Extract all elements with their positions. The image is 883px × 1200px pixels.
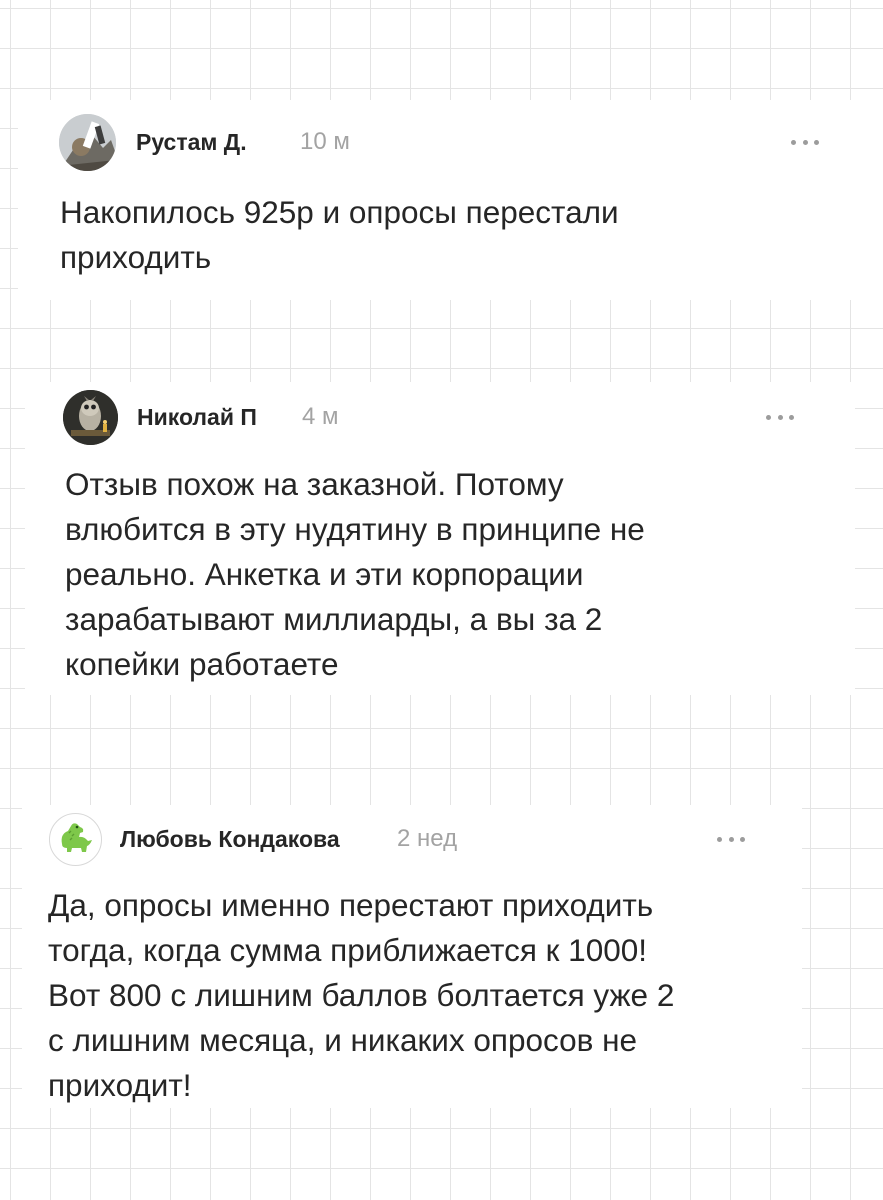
comment-author[interactable]: Николай П [137,404,257,431]
more-options-icon[interactable] [766,411,794,423]
comment-card: Николай П 4 м Отзыв похож на заказной. П… [25,382,855,695]
comment-time: 2 нед [397,825,458,852]
comment-text: Да, опросы именно перестают приходить то… [48,887,675,1103]
user-photo-icon [59,114,116,171]
comment-card: Любовь Кондакова 2 нед Да, опросы именно… [22,805,802,1108]
user-avatar-icon[interactable] [63,390,118,445]
comment-card: Рустам Д. 10 м Накопилось 925р и опросы … [18,100,883,300]
more-options-icon[interactable] [791,136,819,148]
more-options-icon[interactable] [717,833,745,845]
comment-author[interactable]: Любовь Кондакова [120,826,340,853]
comment-author[interactable]: Рустам Д. [136,129,247,156]
user-avatar-icon[interactable] [59,114,116,171]
user-avatar-icon[interactable] [49,813,102,866]
comment-text: Накопилось 925р и опросы перестали прихо… [60,194,619,275]
comment-time: 4 м [302,403,339,430]
dinosaur-icon [61,823,92,852]
comment-text: Отзыв похож на заказной. Потому влюбится… [65,466,645,682]
comment-time: 10 м [300,128,350,155]
owl-photo-icon [63,390,118,445]
